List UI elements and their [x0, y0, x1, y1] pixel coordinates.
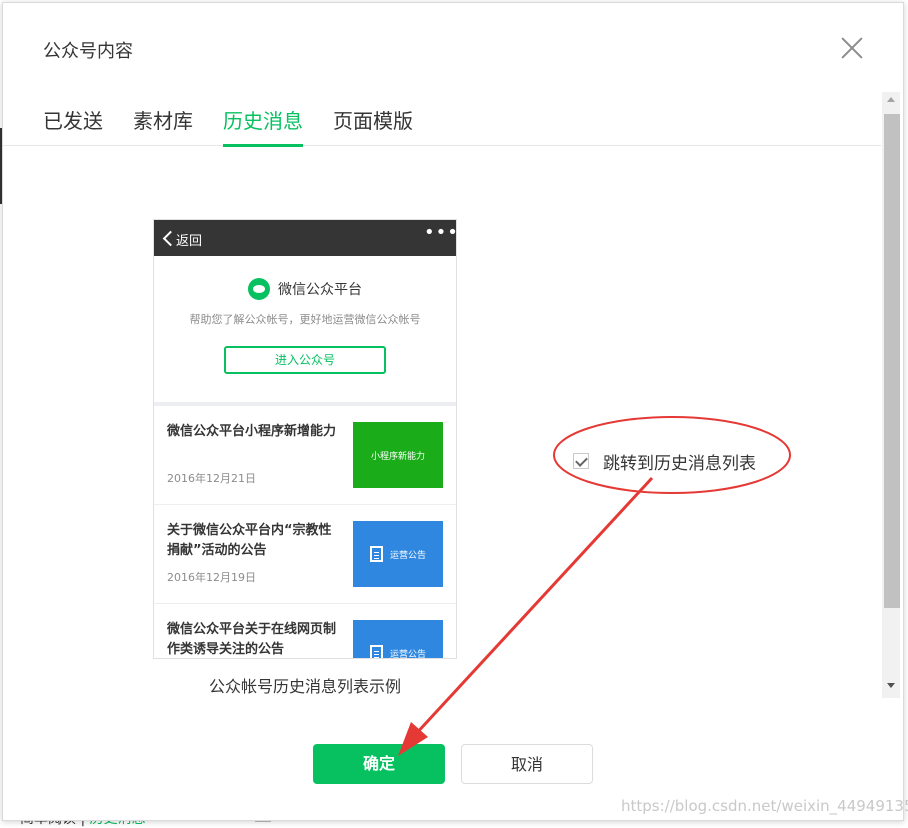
scroll-down-icon[interactable]	[887, 683, 895, 688]
preview-article-thumbnail: 运营公告	[353, 521, 443, 587]
dialog-title: 公众号内容	[43, 41, 133, 62]
preview-account-header: 微信公众平台 帮助您了解公众帐号，更好地运营微信公众帐号 进入公众号	[154, 256, 456, 406]
preview-article-title: 微信公众平台小程序新增能力	[167, 424, 337, 439]
preview-enter-account-button: 进入公众号	[224, 346, 386, 374]
preview-account-description: 帮助您了解公众帐号，更好地运营微信公众帐号	[189, 313, 421, 326]
preview-thumbnail-label: 运营公告	[389, 550, 426, 561]
tab-page-templates[interactable]: 页面模版	[333, 105, 413, 144]
wechat-logo-icon	[248, 278, 270, 300]
confirm-button[interactable]: 确定	[313, 744, 445, 784]
preview-article-date: 2016年12月21日	[167, 472, 256, 485]
preview-caption: 公众帐号历史消息列表示例	[208, 677, 401, 696]
preview-thumbnail-label: 小程序新能力	[370, 451, 425, 462]
more-icon: •••	[424, 222, 457, 243]
preview-article-title: 关于微信公众平台内“宗教性捐献”活动的公告	[167, 523, 332, 558]
tab-history-messages[interactable]: 历史消息	[223, 105, 303, 147]
preview-account-name: 微信公众平台	[278, 282, 362, 298]
preview-thumbnail-label: 运营公告	[389, 649, 426, 659]
jump-to-history-checkbox[interactable]	[573, 453, 589, 469]
jump-to-history-checkbox-row[interactable]: 跳转到历史消息列表	[573, 448, 756, 474]
scroll-up-icon[interactable]	[887, 97, 895, 102]
tab-material-library[interactable]: 素材库	[133, 105, 193, 144]
preview-article-thumbnail: 运营公告	[353, 620, 443, 659]
watermark: https://blog.csdn.net/weixin_44949135	[621, 797, 908, 815]
tab-sent[interactable]: 已发送	[43, 105, 103, 144]
checkmark-icon	[575, 454, 588, 467]
checkbox-label[interactable]: 跳转到历史消息列表	[603, 449, 756, 474]
document-icon	[369, 546, 383, 562]
history-preview-image: 返回 ••• 微信公众平台 帮助您了解公众帐号，更好地运营微信公众帐号 进入公众…	[153, 219, 457, 659]
preview-article-item: 关于微信公众平台内“宗教性捐献”活动的公告 2016年12月19日 运营公告	[154, 505, 456, 604]
close-icon[interactable]	[837, 33, 867, 63]
tab-bar: 已发送 素材库 历史消息 页面模版	[3, 91, 881, 147]
document-icon	[369, 645, 383, 658]
preview-article-title: 微信公众平台关于在线网页制作类诱导关注的公告	[167, 622, 337, 657]
content-dialog: 公众号内容 已发送 素材库 历史消息 页面模版 返回 ••• 微信公众平台 帮助…	[2, 2, 904, 821]
preview-back-label: 返回	[176, 234, 203, 249]
preview-article-thumbnail: 小程序新能力	[353, 422, 443, 488]
preview-article-item: 微信公众平台关于在线网页制作类诱导关注的公告 运营公告	[154, 604, 456, 659]
preview-article-item: 微信公众平台小程序新增能力 2016年12月21日 小程序新能力	[154, 406, 456, 505]
cancel-button[interactable]: 取消	[461, 744, 593, 784]
preview-article-date: 2016年12月19日	[167, 571, 256, 584]
scrollbar[interactable]	[882, 92, 900, 698]
preview-top-bar: 返回 •••	[154, 220, 456, 256]
scrollbar-thumb[interactable]	[884, 114, 900, 608]
